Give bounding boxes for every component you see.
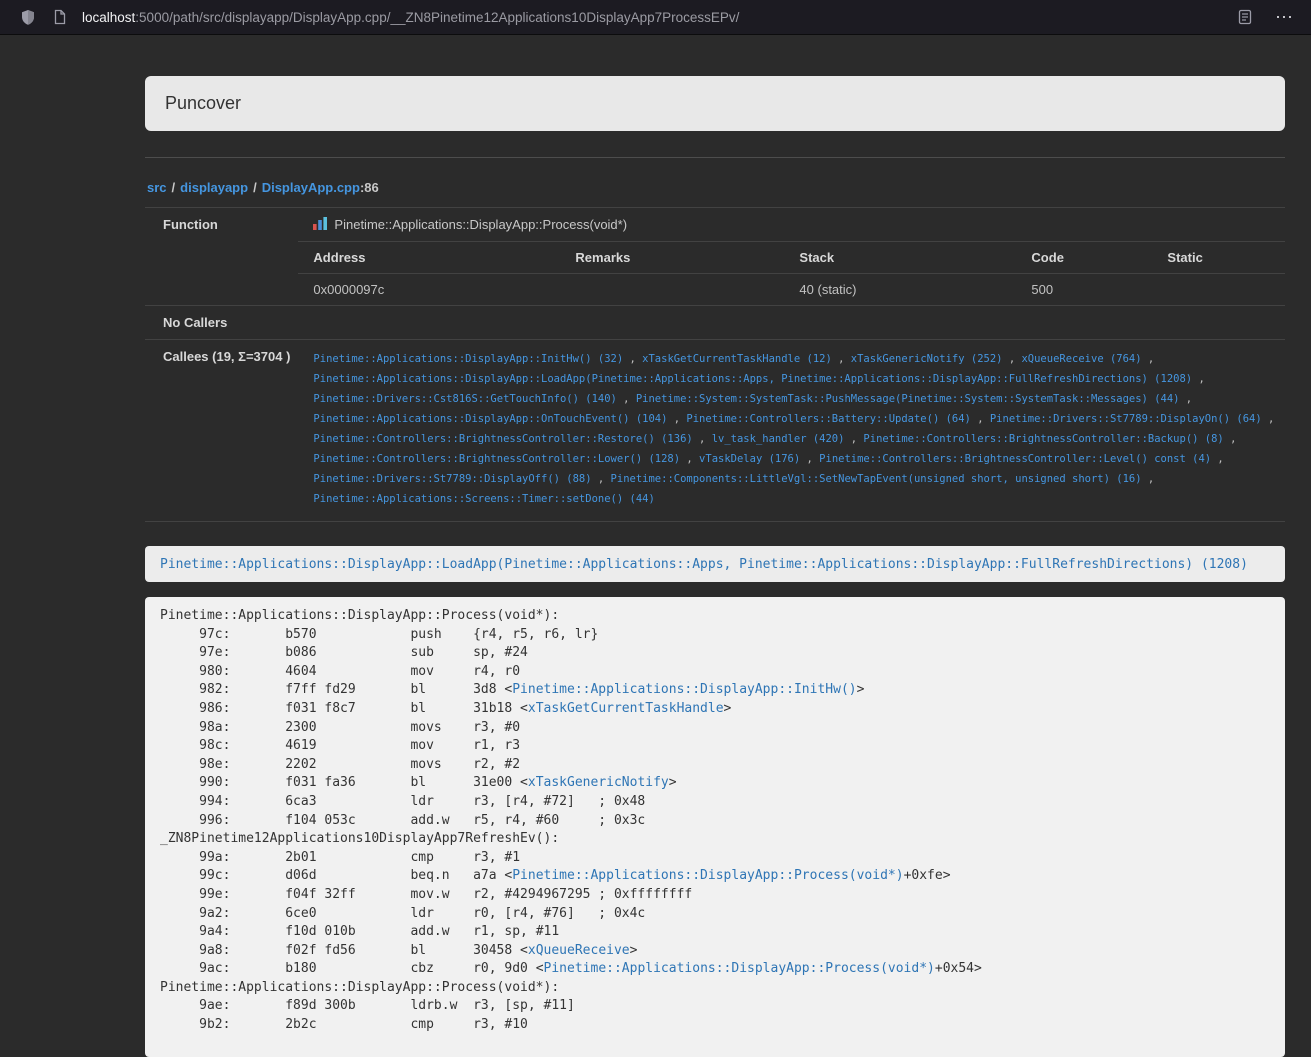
cell-address: 0x0000097c bbox=[298, 274, 560, 306]
callee-separator: , bbox=[1262, 413, 1275, 425]
callee-separator: , bbox=[800, 453, 819, 465]
callee-separator: , bbox=[1003, 353, 1022, 365]
col-header-remarks: Remarks bbox=[560, 242, 784, 274]
col-header-stack: Stack bbox=[784, 242, 1016, 274]
callee-link[interactable]: Pinetime::Controllers::BrightnessControl… bbox=[313, 453, 680, 465]
callee-separator: , bbox=[844, 433, 863, 445]
callee-separator: , bbox=[617, 393, 636, 405]
callee-link[interactable]: Pinetime::Applications::Screens::Timer::… bbox=[313, 493, 654, 505]
callee-separator: , bbox=[693, 433, 712, 445]
breadcrumb-link-displayapp[interactable]: displayapp bbox=[180, 180, 248, 195]
callee-link[interactable]: xQueueReceive (764) bbox=[1021, 353, 1141, 365]
callee-link[interactable]: Pinetime::Controllers::Battery::Update()… bbox=[686, 413, 970, 425]
callees-list: Pinetime::Applications::DisplayApp::Init… bbox=[313, 349, 1277, 509]
function-type-icon bbox=[312, 215, 328, 234]
callee-separator: , bbox=[1211, 453, 1224, 465]
col-header-code: Code bbox=[1016, 242, 1152, 274]
callees-row: Callees (19, Σ=3704 ) Pinetime::Applicat… bbox=[145, 340, 1285, 522]
code-symbol-link[interactable]: Pinetime::Applications::DisplayApp::Proc… bbox=[512, 868, 903, 883]
cell-code: 500 bbox=[1016, 274, 1152, 306]
cell-remarks bbox=[560, 274, 784, 306]
callee-separator: , bbox=[592, 473, 611, 485]
callee-link[interactable]: vTaskDelay (176) bbox=[699, 453, 800, 465]
expanded-symbol-link[interactable]: Pinetime::Applications::DisplayApp::Load… bbox=[160, 557, 1248, 572]
callee-link[interactable]: xTaskGetCurrentTaskHandle (12) bbox=[642, 353, 832, 365]
code-symbol-link[interactable]: Pinetime::Applications::DisplayApp::Proc… bbox=[544, 961, 935, 976]
callee-link[interactable]: Pinetime::Applications::DisplayApp::Init… bbox=[313, 353, 623, 365]
callee-separator: , bbox=[667, 413, 686, 425]
disassembly-block: Pinetime::Applications::DisplayApp::Proc… bbox=[145, 597, 1285, 1057]
url-bar[interactable]: localhost:5000/path/src/displayapp/Displ… bbox=[82, 10, 1221, 25]
callee-separator: , bbox=[1142, 473, 1155, 485]
callee-link[interactable]: Pinetime::Controllers::BrightnessControl… bbox=[863, 433, 1223, 445]
no-callers-label: No Callers bbox=[145, 306, 298, 340]
code-symbol-link[interactable]: xTaskGetCurrentTaskHandle bbox=[528, 701, 724, 716]
callee-separator: , bbox=[1179, 393, 1192, 405]
no-callers-row: No Callers bbox=[145, 306, 1285, 340]
address-table-header: Address Remarks Stack Code Static bbox=[298, 242, 1285, 274]
callee-link[interactable]: Pinetime::Applications::DisplayApp::OnTo… bbox=[313, 413, 667, 425]
callee-link[interactable]: Pinetime::Drivers::Cst816S::GetTouchInfo… bbox=[313, 393, 616, 405]
page-content: Puncover src / displayapp / DisplayApp.cpp:8… bbox=[145, 35, 1285, 1057]
divider bbox=[145, 157, 1285, 158]
callee-separator: , bbox=[680, 453, 699, 465]
url-path: :5000/path/src/displayapp/DisplayApp.cpp… bbox=[135, 10, 739, 25]
function-signature: Pinetime::Applications::DisplayApp::Proc… bbox=[334, 217, 627, 232]
callee-separator: , bbox=[1224, 433, 1237, 445]
breadcrumb-separator: / bbox=[172, 180, 176, 195]
callee-link[interactable]: xTaskGenericNotify (252) bbox=[851, 353, 1003, 365]
callee-separator: , bbox=[1192, 373, 1205, 385]
callee-separator: , bbox=[623, 353, 642, 365]
app-title-banner: Puncover bbox=[145, 76, 1285, 131]
breadcrumb-link-src[interactable]: src bbox=[147, 180, 167, 195]
code-symbol-link[interactable]: xQueueReceive bbox=[528, 943, 630, 958]
tracking-protection-shield-icon[interactable] bbox=[16, 5, 40, 29]
callees-label: Callees (19, Σ=3704 ) bbox=[145, 340, 298, 522]
reader-mode-icon[interactable] bbox=[1233, 5, 1257, 29]
callee-separator: , bbox=[1142, 353, 1155, 365]
symbol-detail-table: Function Pinetime::Applications::Display… bbox=[145, 207, 1285, 522]
callee-link[interactable]: Pinetime::Applications::DisplayApp::Load… bbox=[313, 373, 1192, 385]
callee-link[interactable]: Pinetime::Controllers::BrightnessControl… bbox=[819, 453, 1211, 465]
app-title: Puncover bbox=[165, 93, 241, 114]
callee-link[interactable]: Pinetime::Controllers::BrightnessControl… bbox=[313, 433, 692, 445]
overflow-menu-icon[interactable]: ⋯ bbox=[1271, 8, 1297, 26]
address-table-row: 0x0000097c 40 (static) 500 bbox=[298, 274, 1285, 306]
breadcrumb-line-number: :86 bbox=[360, 180, 379, 195]
callee-link[interactable]: Pinetime::Components::LittleVgl::SetNewT… bbox=[611, 473, 1142, 485]
cell-stack: 40 (static) bbox=[784, 274, 1016, 306]
cell-static bbox=[1152, 274, 1285, 306]
callee-link[interactable]: Pinetime::Drivers::St7789::DisplayOff() … bbox=[313, 473, 591, 485]
callee-link[interactable]: Pinetime::System::SystemTask::PushMessag… bbox=[636, 393, 1180, 405]
function-row-label: Function bbox=[145, 208, 298, 306]
expanded-symbol-panel-heading: Pinetime::Applications::DisplayApp::Load… bbox=[145, 546, 1285, 582]
callee-link[interactable]: lv_task_handler (420) bbox=[712, 433, 845, 445]
browser-chrome: localhost:5000/path/src/displayapp/Displ… bbox=[0, 0, 1311, 35]
code-symbol-link[interactable]: xTaskGenericNotify bbox=[528, 775, 669, 790]
code-symbol-link[interactable]: Pinetime::Applications::DisplayApp::Init… bbox=[512, 682, 856, 697]
col-header-address: Address bbox=[298, 242, 560, 274]
page-info-icon[interactable] bbox=[48, 5, 72, 29]
address-table: Address Remarks Stack Code Static 0x0000… bbox=[298, 241, 1285, 305]
breadcrumb-link-file[interactable]: DisplayApp.cpp bbox=[262, 180, 360, 195]
callee-separator: , bbox=[832, 353, 851, 365]
callee-separator: , bbox=[971, 413, 990, 425]
callee-link[interactable]: Pinetime::Drivers::St7789::DisplayOn() (… bbox=[990, 413, 1262, 425]
url-host: localhost bbox=[82, 10, 135, 25]
breadcrumb-separator: / bbox=[253, 180, 257, 195]
col-header-static: Static bbox=[1152, 242, 1285, 274]
function-row: Function Pinetime::Applications::Display… bbox=[145, 208, 1285, 306]
breadcrumb: src / displayapp / DisplayApp.cpp:86 bbox=[147, 180, 1285, 195]
function-signature-line: Pinetime::Applications::DisplayApp::Proc… bbox=[298, 208, 1285, 241]
disassembly: Pinetime::Applications::DisplayApp::Proc… bbox=[160, 607, 1270, 1035]
